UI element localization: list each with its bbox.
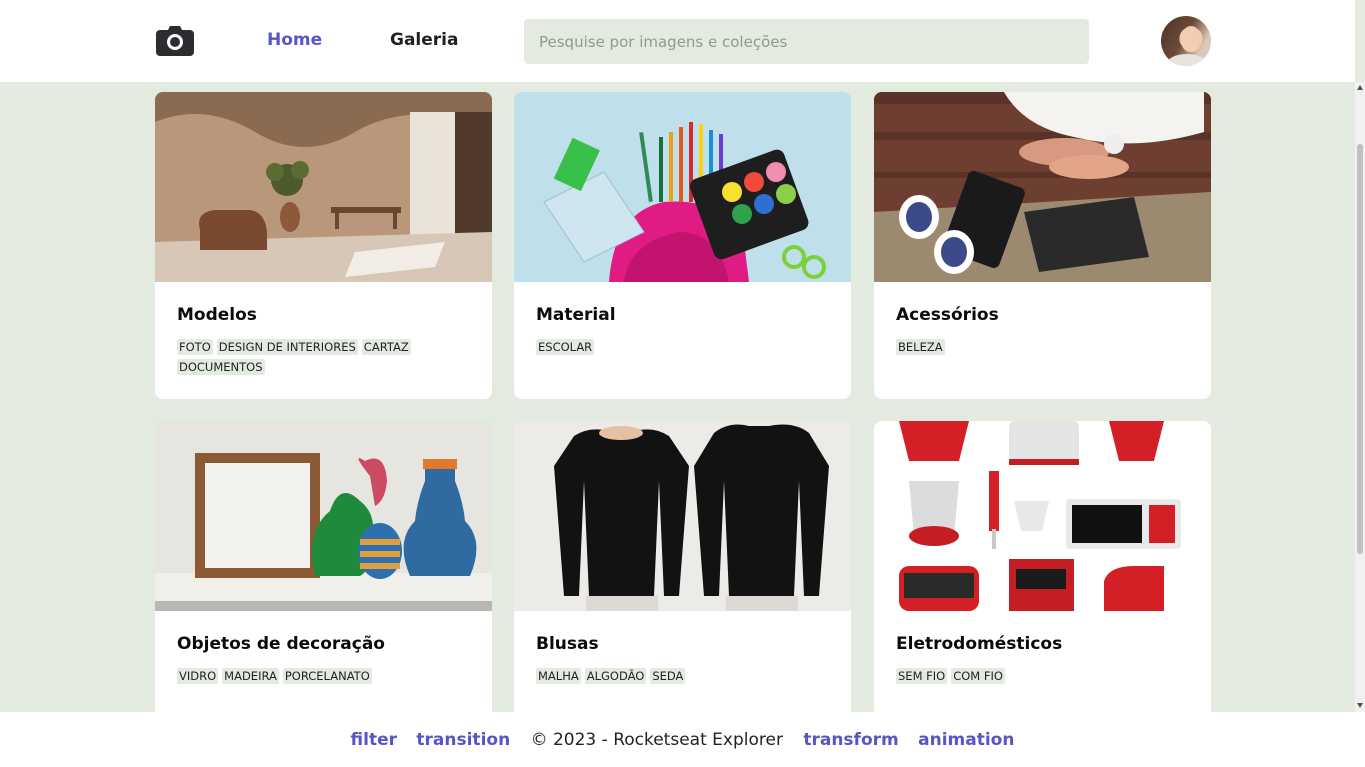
nav-home-link[interactable]: Home <box>267 30 322 50</box>
footer-row: filter transition © 2023 - Rocketseat Ex… <box>0 730 1365 750</box>
card-tags: SEM FIO COM FIO <box>896 668 1196 684</box>
tag-chip[interactable]: CARTAZ <box>361 339 411 355</box>
tag-chip[interactable]: SEDA <box>650 668 686 684</box>
decor-illustration <box>155 421 492 611</box>
card-tags: VIDRO MADEIRA PORCELANATO <box>177 668 477 684</box>
card-image-accessories <box>874 92 1211 282</box>
card-title: Eletrodomésticos <box>896 634 1063 654</box>
tag-chip[interactable]: VIDRO <box>177 668 219 684</box>
collection-card-decoracao[interactable]: Objetos de decoração VIDRO MADEIRA PORCE… <box>155 421 492 728</box>
avatar-face <box>1181 26 1201 52</box>
accessories-illustration <box>874 92 1211 282</box>
tag-chip[interactable]: SEM FIO <box>896 668 948 684</box>
footer-link-filter[interactable]: filter <box>351 730 397 750</box>
school-supplies-illustration <box>514 92 851 282</box>
vertical-scrollbar[interactable] <box>1355 82 1365 712</box>
sweatshirts-illustration <box>514 421 851 611</box>
collection-card-blusas[interactable]: Blusas MALHA ALGODÃO SEDA <box>514 421 851 728</box>
tag-chip[interactable]: ALGODÃO <box>584 668 647 684</box>
user-avatar[interactable] <box>1161 16 1211 66</box>
tag-chip[interactable]: MADEIRA <box>222 668 279 684</box>
tag-chip[interactable]: DOCUMENTOS <box>177 359 265 375</box>
interior-illustration <box>155 92 492 282</box>
page-footer: filter transition © 2023 - Rocketseat Ex… <box>0 712 1365 767</box>
footer-link-animation[interactable]: animation <box>918 730 1014 750</box>
footer-link-transition[interactable]: transition <box>416 730 510 750</box>
nav-galeria-link[interactable]: Galeria <box>390 30 458 50</box>
card-image-school-supplies <box>514 92 851 282</box>
tag-chip[interactable]: PORCELANATO <box>282 668 372 684</box>
card-image-decor <box>155 421 492 611</box>
top-header: Home Galeria <box>0 0 1355 82</box>
scroll-up-arrow-icon[interactable] <box>1357 85 1363 90</box>
footer-link-transform[interactable]: transform <box>803 730 898 750</box>
card-tags: ESCOLAR <box>536 339 836 355</box>
card-image-appliances <box>874 421 1211 611</box>
card-tags: FOTO DESIGN DE INTERIORES CARTAZ DOCUMEN… <box>177 339 477 375</box>
tag-chip[interactable]: BELEZA <box>896 339 945 355</box>
collection-card-material[interactable]: Material ESCOLAR <box>514 92 851 399</box>
card-title: Objetos de decoração <box>177 634 385 654</box>
card-title: Material <box>536 305 616 325</box>
collection-card-eletrodomesticos[interactable]: Eletrodomésticos SEM FIO COM FIO <box>874 421 1211 728</box>
tag-chip[interactable]: FOTO <box>177 339 213 355</box>
scroll-down-arrow-icon[interactable] <box>1357 703 1363 708</box>
scrollbar-thumb[interactable] <box>1357 144 1363 554</box>
card-title: Acessórios <box>896 305 999 325</box>
tag-chip[interactable]: COM FIO <box>951 668 1005 684</box>
appliances-illustration <box>874 421 1211 611</box>
camera-icon[interactable] <box>156 26 194 56</box>
footer-copyright: © 2023 - Rocketseat Explorer <box>530 730 783 750</box>
card-title: Blusas <box>536 634 599 654</box>
search-input[interactable] <box>524 19 1089 64</box>
collection-card-modelos[interactable]: Modelos FOTO DESIGN DE INTERIORES CARTAZ… <box>155 92 492 399</box>
card-image-sweatshirts <box>514 421 851 611</box>
card-image-interior <box>155 92 492 282</box>
tag-chip[interactable]: MALHA <box>536 668 581 684</box>
tag-chip[interactable]: DESIGN DE INTERIORES <box>216 339 358 355</box>
collection-card-acessorios[interactable]: Acessórios BELEZA <box>874 92 1211 399</box>
card-title: Modelos <box>177 305 257 325</box>
card-tags: MALHA ALGODÃO SEDA <box>536 668 836 684</box>
card-tags: BELEZA <box>896 339 1196 355</box>
avatar-shoulder <box>1167 54 1207 66</box>
tag-chip[interactable]: ESCOLAR <box>536 339 595 355</box>
